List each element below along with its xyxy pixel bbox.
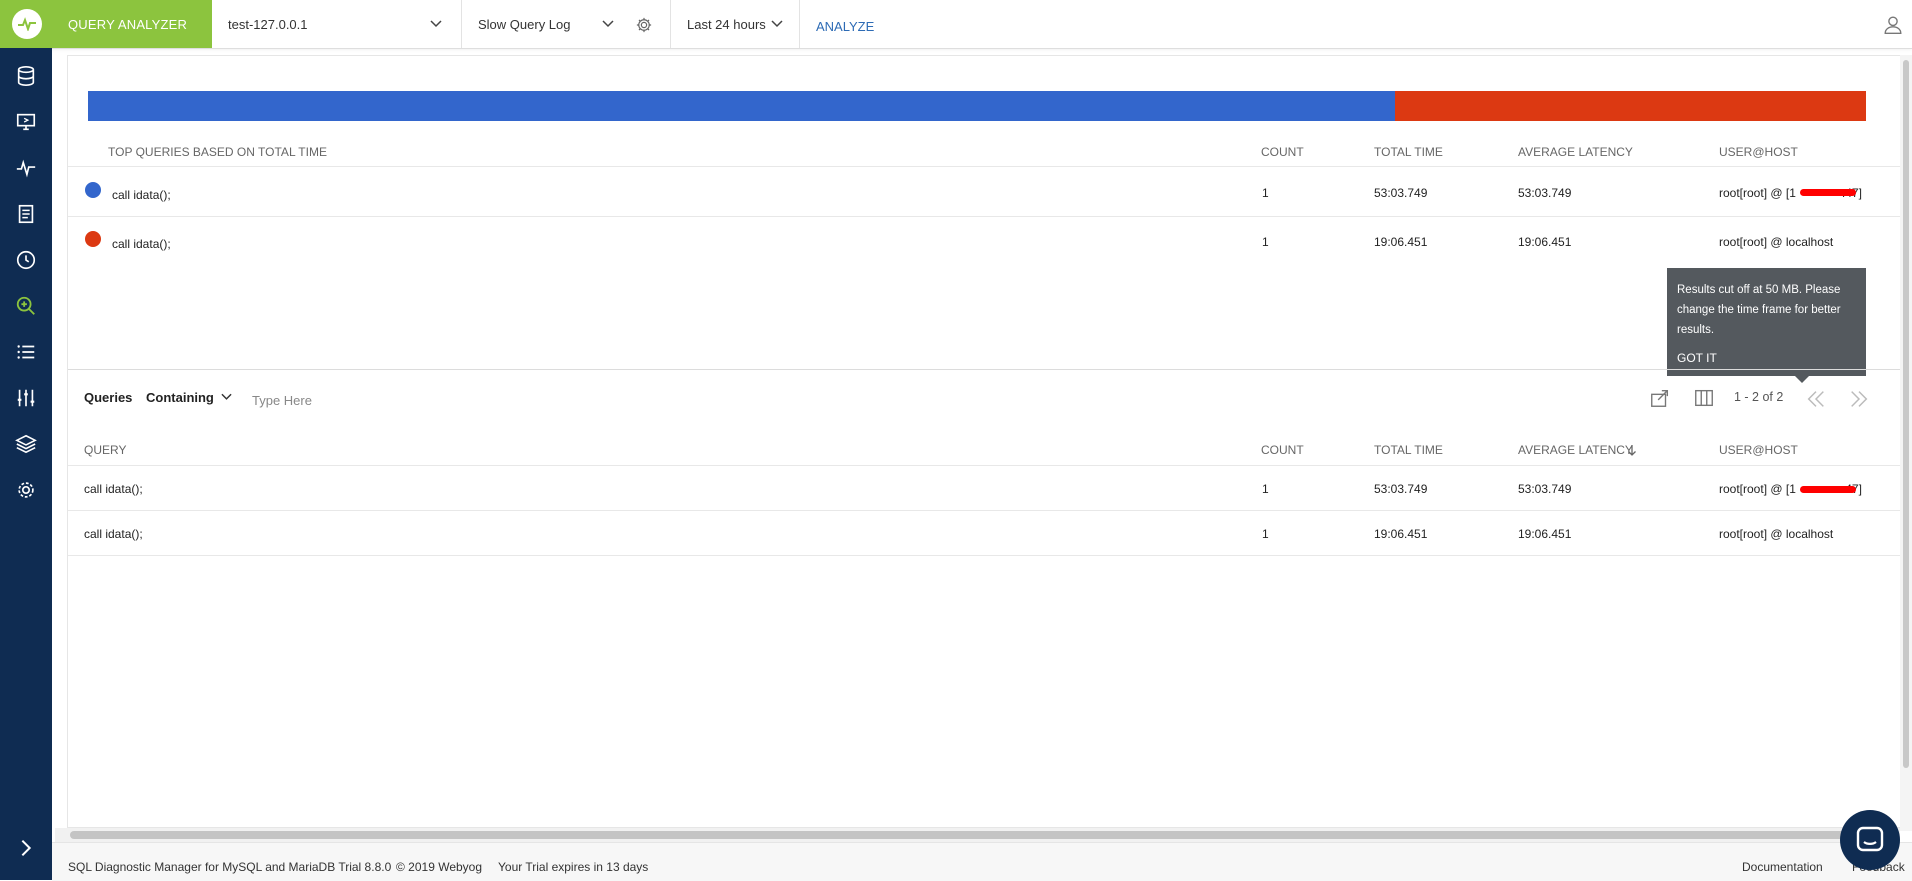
table-row-total-time: 53:03.749 xyxy=(1374,482,1428,496)
summary-header-title: TOP QUERIES BASED ON TOTAL TIME xyxy=(108,145,327,159)
chevron-down-icon xyxy=(771,20,783,28)
divider xyxy=(68,216,1900,217)
tooltip-line-2: change the time frame for better xyxy=(1677,304,1841,316)
queries-label: Queries xyxy=(84,390,133,405)
table-header-user-host[interactable]: USER@HOST xyxy=(1719,443,1798,457)
summary-row-count: 1 xyxy=(1262,235,1269,249)
documentation-link[interactable]: Documentation xyxy=(1742,860,1823,874)
expand-sidebar-icon[interactable] xyxy=(14,836,38,860)
brand-block[interactable]: QUERY ANALYZER xyxy=(0,0,212,48)
footer: SQL Diagnostic Manager for MySQL and Mar… xyxy=(52,842,1912,881)
summary-row-total-time: 53:03.749 xyxy=(1374,186,1428,200)
clock-icon[interactable] xyxy=(14,248,38,272)
pagination-text: 1 - 2 of 2 xyxy=(1734,390,1784,404)
table-row-user-host: root[root] @ localhost xyxy=(1719,527,1833,541)
user-host-prefix: root[root] @ localhost xyxy=(1719,235,1834,249)
sliders-icon[interactable] xyxy=(14,386,38,410)
summary-row-user-host: root[root] @ localhost xyxy=(1719,235,1833,249)
summary-row-avg-latency: 53:03.749 xyxy=(1518,186,1572,200)
table-row-avg-latency: 53:03.749 xyxy=(1518,482,1572,496)
redaction-mark xyxy=(1800,189,1856,196)
log-type-value: Slow Query Log xyxy=(478,16,571,32)
pulse-icon[interactable] xyxy=(14,156,38,180)
user-host-prefix: root[root] @ localhost xyxy=(1719,527,1834,541)
content-frame xyxy=(67,55,1902,828)
list-icon[interactable] xyxy=(14,340,38,364)
user-host-prefix: root[root] @ [1 xyxy=(1719,482,1796,496)
summary-header-user-host: USER@HOST xyxy=(1719,145,1798,159)
next-page-icon[interactable] xyxy=(1848,388,1870,410)
table-header-total-time[interactable]: TOTAL TIME xyxy=(1374,443,1443,457)
monitor-icon[interactable] xyxy=(14,110,38,134)
query-analyzer-icon[interactable] xyxy=(14,294,38,318)
columns-icon[interactable] xyxy=(1693,387,1715,409)
analyze-link[interactable]: ANALYZE xyxy=(816,0,874,48)
chevron-down-icon xyxy=(430,20,442,28)
server-select-value: test-127.0.0.1 xyxy=(228,16,308,32)
table-row-count: 1 xyxy=(1262,527,1269,541)
sort-descending-icon[interactable] xyxy=(1627,444,1637,456)
user-icon[interactable] xyxy=(1882,14,1904,36)
section-divider xyxy=(68,369,1900,370)
divider xyxy=(68,510,1900,511)
layers-icon[interactable] xyxy=(14,432,38,456)
series-1-legend-dot xyxy=(85,182,101,198)
got-it-button[interactable]: GOT IT xyxy=(1677,348,1717,368)
summary-row-query[interactable]: call idata(); xyxy=(112,237,171,251)
containing-dropdown[interactable]: Containing xyxy=(146,390,214,405)
summary-header-count: COUNT xyxy=(1261,145,1304,159)
table-row-total-time: 19:06.451 xyxy=(1374,527,1428,541)
time-range-value: Last 24 hours xyxy=(687,16,766,32)
table-row-count: 1 xyxy=(1262,482,1269,496)
chart-bar-series-1[interactable] xyxy=(88,91,1395,121)
export-icon[interactable] xyxy=(1649,387,1671,409)
divider xyxy=(68,465,1900,466)
chat-launcher-button[interactable] xyxy=(1840,810,1900,870)
database-icon[interactable] xyxy=(14,64,38,88)
trial-notice: Your Trial expires in 13 days xyxy=(498,860,649,874)
app-title: QUERY ANALYZER xyxy=(68,16,188,32)
pulse-logo-icon xyxy=(12,9,42,39)
divider xyxy=(68,166,1900,167)
summary-header-avg-latency: AVERAGE LATENCY xyxy=(1518,145,1633,159)
vertical-scrollbar-thumb[interactable] xyxy=(1903,60,1909,768)
horizontal-scrollbar-thumb[interactable] xyxy=(70,831,1888,839)
chat-icon xyxy=(1856,826,1884,852)
table-row-avg-latency: 19:06.451 xyxy=(1518,527,1572,541)
table-row-query[interactable]: call idata(); xyxy=(84,527,143,541)
query-search-input[interactable] xyxy=(250,389,554,411)
settings-icon[interactable] xyxy=(14,478,38,502)
chevron-down-icon[interactable] xyxy=(221,393,232,401)
table-header-count[interactable]: COUNT xyxy=(1261,443,1304,457)
tooltip-line-3: results. xyxy=(1677,324,1715,336)
chart-bar-series-2[interactable] xyxy=(1395,91,1866,121)
server-select[interactable]: test-127.0.0.1 xyxy=(212,0,462,48)
time-range-select[interactable]: Last 24 hours xyxy=(671,0,800,48)
sidebar xyxy=(0,48,52,880)
summary-row-avg-latency: 19:06.451 xyxy=(1518,235,1572,249)
product-version: SQL Diagnostic Manager for MySQL and Mar… xyxy=(68,860,392,874)
chevron-down-icon xyxy=(602,20,614,28)
previous-page-icon[interactable] xyxy=(1805,388,1827,410)
document-icon[interactable] xyxy=(14,202,38,226)
results-cutoff-tooltip: Results cut off at 50 MB. Please change … xyxy=(1667,268,1866,383)
summary-row-total-time: 19:06.451 xyxy=(1374,235,1428,249)
summary-row-query[interactable]: call idata(); xyxy=(112,188,171,202)
table-header-query[interactable]: QUERY xyxy=(84,443,126,457)
table-header-avg-latency[interactable]: AVERAGE LATENCY xyxy=(1518,443,1633,457)
table-row-query[interactable]: call idata(); xyxy=(84,482,143,496)
log-type-select[interactable]: Slow Query Log xyxy=(462,0,671,48)
tooltip-line-1: Results cut off at 50 MB. Please xyxy=(1677,284,1841,296)
series-2-legend-dot xyxy=(85,231,101,247)
user-host-prefix: root[root] @ [1 xyxy=(1719,186,1796,200)
gear-icon[interactable] xyxy=(635,16,653,34)
redaction-mark xyxy=(1800,486,1856,493)
summary-row-count: 1 xyxy=(1262,186,1269,200)
top-bar: QUERY ANALYZER test-127.0.0.1 Slow Query… xyxy=(0,0,1912,49)
divider xyxy=(68,555,1900,556)
summary-header-total-time: TOTAL TIME xyxy=(1374,145,1443,159)
tooltip-arrow xyxy=(1795,376,1809,383)
copyright: © 2019 Webyog xyxy=(396,860,483,874)
